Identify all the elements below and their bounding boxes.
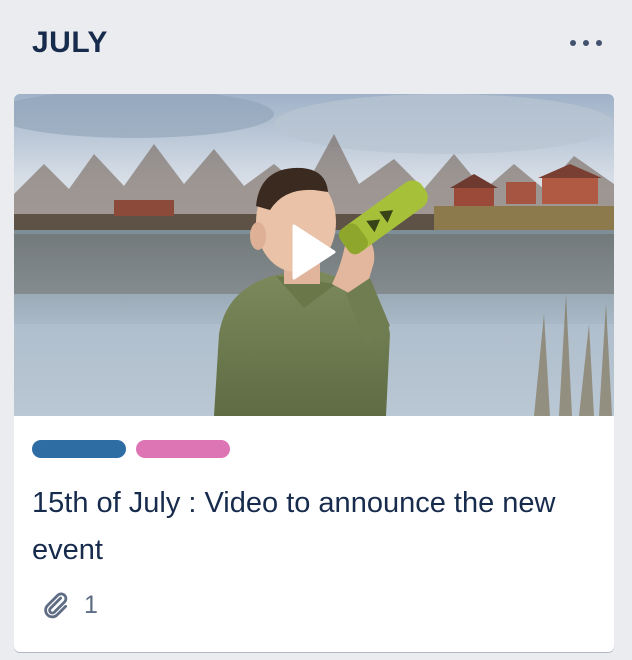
card-labels xyxy=(32,440,230,458)
label-blue[interactable] xyxy=(32,440,126,458)
card-cover-video[interactable] xyxy=(14,94,614,416)
paperclip-icon xyxy=(44,592,68,619)
play-icon[interactable] xyxy=(292,224,336,280)
list-title[interactable]: JULY xyxy=(32,26,108,60)
list-header: JULY xyxy=(0,0,632,92)
card[interactable]: 15th of July : Video to announce the new… xyxy=(14,94,614,652)
card-details: 15th of July : Video to announce the new… xyxy=(14,416,614,652)
card-badges: 1 xyxy=(40,590,98,620)
label-pink[interactable] xyxy=(136,440,230,458)
card-title[interactable]: 15th of July : Video to announce the new… xyxy=(32,480,598,574)
attachment-count: 1 xyxy=(84,590,98,619)
list-july: JULY 15th of July: Video to announce th… xyxy=(0,0,632,660)
more-horizontal-icon[interactable] xyxy=(570,34,602,52)
